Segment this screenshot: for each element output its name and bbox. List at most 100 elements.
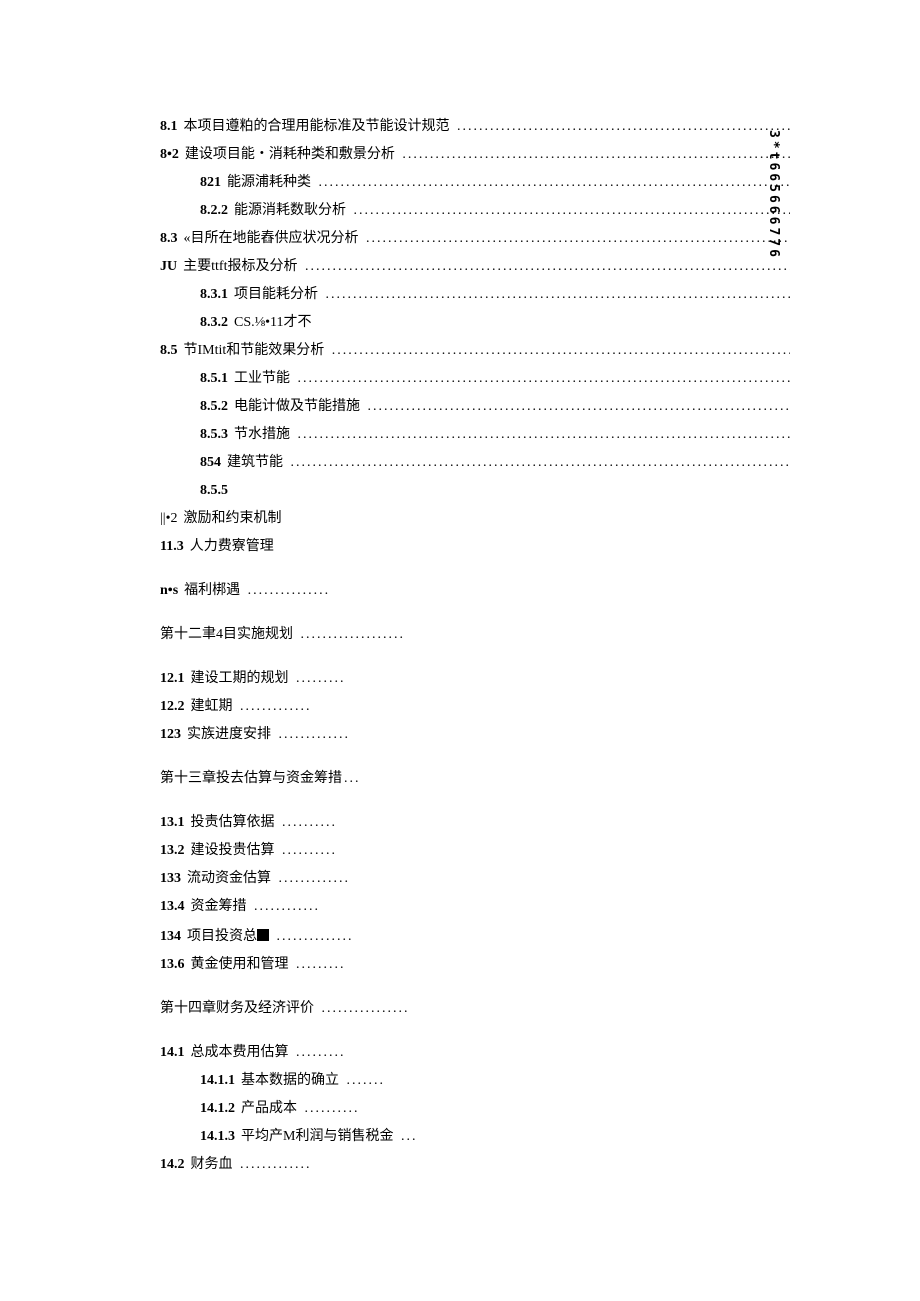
toc-entry: 11.3 人力费寮管理 [160,540,790,554]
leader-dots: .......... [277,844,338,858]
toc-entry-number: 14.1.1 [200,1074,235,1088]
toc-section-14: 14.1 总成本费用估算 ......... 14.1.1 基本数据的确立 ...… [160,1046,460,1172]
toc-entry: 8.1 本项目遵粕的合理用能标准及节能设计规范 [160,120,790,134]
toc-entry-title: 财务血 [191,1158,233,1172]
toc-entry-number: JU [160,260,177,274]
leader-dots: ......... [291,1046,346,1060]
toc-entry: 8.3.1 项目能耗分析 [200,288,790,302]
toc-section-13: 13.1 投责估算依据 .......... 13.2 建设投贵估算 ......… [160,816,460,972]
toc-entry-number: 8.5 [160,344,178,358]
toc-entry-number: 14.2 [160,1158,185,1172]
toc-section-ns: n•s 福利梆遇 ............... [160,584,460,598]
leader-dots [292,428,790,442]
toc-entry: 12.1 建设工期的规划 ......... [160,672,460,686]
leader-dots: ......... [291,958,346,972]
toc-entry: 8.3«目所在地能舂供应状况分析 [160,232,790,246]
leader-dots: .............. [271,930,354,944]
toc-entry: 8.5.3 节水措施 [200,428,790,442]
toc-entry: 8•2建设项目能・消耗种类和敷景分析 [160,148,790,162]
toc-entry-title: 平均产M利润与销售税金 [241,1130,393,1144]
toc-entry-number: 8.3.2 [200,316,228,330]
toc-entry-title: 节水措施 [234,428,290,442]
toc-entry: 133流动资金估算 ............. [160,872,460,886]
toc-entry-title: 建设投贵估算 [191,844,275,858]
toc-entry-number: 13.2 [160,844,185,858]
leader-dots [313,176,790,190]
toc-entry-title: 建虹期 [191,700,233,714]
toc-entry-title: 人力费寮管理 [190,540,274,554]
toc-entry-title: 投责估算依据 [191,816,275,830]
toc-entry-number: 13.1 [160,816,185,830]
leader-dots: ............ [249,900,321,914]
toc-entry-title: 建筑节能 [227,456,283,470]
leader-dots: ............... [242,584,330,598]
toc-entry-number: 8.5.3 [200,428,228,442]
toc-entry: 854建筑节能 [200,456,790,470]
toc-entry: 14.2 财务血 ............. [160,1158,460,1172]
toc-entry-number: 8.5.2 [200,400,228,414]
leader-dots [285,456,790,470]
toc-entry-title: 基本数据的确立 [241,1074,339,1088]
leader-dots: ............. [273,872,350,886]
toc-entry: 14.1 总成本费用估算 ......... [160,1046,460,1060]
leader-dots [320,288,790,302]
toc-entry-number: 821 [200,176,221,190]
toc-entry-title: 工业节能 [234,372,290,386]
leader-dots: .......... [277,816,338,830]
toc-entry-number: 12.1 [160,672,185,686]
toc-entry: 8.3.2 CS.⅛•11才不 [200,316,790,330]
toc-entry: 12.2 建虹期 ............. [160,700,460,714]
toc-entry-title: 资金筹措 [191,900,247,914]
toc-entry: 821 能源浦耗种类 [200,176,790,190]
leader-dots [452,120,791,134]
toc-entry-number: 12.2 [160,700,185,714]
leader-dots: ............. [235,1158,312,1172]
toc-entry: 8.2.2 能源消耗数耿分析 [200,204,790,218]
toc-entry: 14.1.3 平均产M利润与销售税金 ... [200,1130,460,1144]
toc-entry-number: 14.1.3 [200,1130,235,1144]
toc-entry-number: 133 [160,872,181,886]
chapter-13-title: 第十三章投去估算与资金筹措 [160,772,342,786]
toc-entry-number: n•s [160,584,178,598]
leader-dots [397,148,790,162]
toc-entry: 13.4 资金筹措 ............ [160,900,460,914]
toc-entry: 123实族进度安排 ............. [160,728,460,742]
toc-entry-title: 福利梆遇 [184,584,240,598]
toc-entry-number: 8.1 [160,120,178,134]
toc-entry-title: 激励和约束机制 [184,512,282,526]
toc-entry-title: 主要ttft报标及分析 [183,260,297,274]
toc-entry-number: 14.1.2 [200,1102,235,1116]
toc-entry-number: ||•2 [160,512,178,526]
toc-entry: 14.1.2 产品成本 .......... [200,1102,460,1116]
toc-entry: 13.1 投责估算依据 .......... [160,816,460,830]
chapter-12-title: 第十二聿4目实施规划 [160,628,293,642]
leader-dots: ....... [341,1074,385,1088]
toc-entry-title: CS.⅛•11才不 [234,316,312,330]
toc-entry: 8.5.1 工业节能 [200,372,790,386]
chapter-14-title: 第十四章财务及经济评价 [160,1002,314,1016]
leader-dots [361,232,791,246]
vertical-margin-note: 3*t665666776 [767,130,780,260]
leader-dots: ................ [316,1002,410,1016]
toc-entry-title: 能源浦耗种类 [227,176,311,190]
toc-entry: 8.5.2 电能计做及节能措施 [200,400,790,414]
toc-entry-number: 134 [160,930,181,944]
toc-entry-number: 8.2.2 [200,204,228,218]
leader-dots [362,400,790,414]
toc-entry-number: 11.3 [160,540,184,554]
toc-entry-title: 建设项目能・消耗种类和敷景分析 [185,148,395,162]
toc-entry-title: 本项目遵粕的合理用能标准及节能设计规范 [184,120,450,134]
toc-entry: ||•2 激励和约束机制 [160,512,790,526]
toc-entry-number: 8.5.5 [200,484,228,498]
toc-entry-title: 建设工期的规划 [191,672,289,686]
toc-entry-title: 项目能耗分析 [234,288,318,302]
toc-entry: 14.1.1 基本数据的确立 ....... [200,1074,460,1088]
leader-dots [348,204,790,218]
toc-entry-title: 能源消耗数耿分析 [234,204,346,218]
leader-dots: .......... [299,1102,360,1116]
toc-entry-title: 节IMtit和节能效果分析 [184,344,325,358]
toc-entry-number: 8.5.1 [200,372,228,386]
chapter-12-heading: 第十二聿4目实施规划 ................... [160,628,460,642]
toc-entry: JU 主要ttft报标及分析 [160,260,790,274]
toc-section-12: 12.1 建设工期的规划 ......... 12.2 建虹期 .........… [160,672,460,742]
